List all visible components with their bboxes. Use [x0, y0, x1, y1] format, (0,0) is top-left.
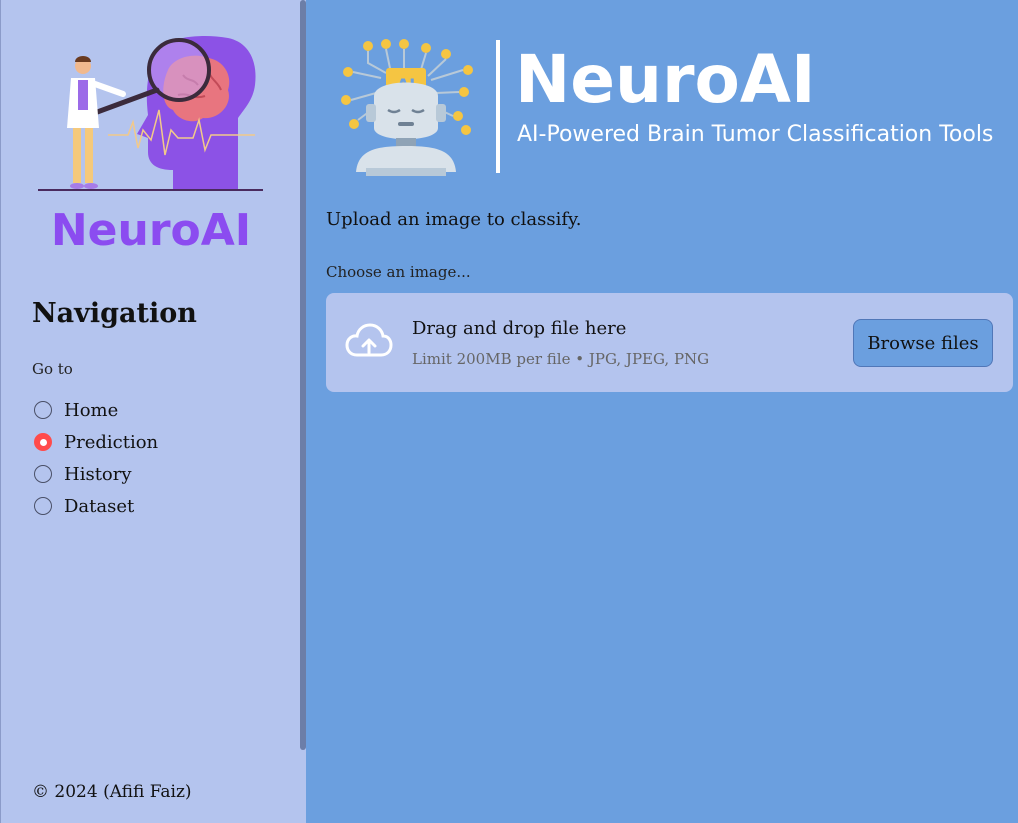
app-subtitle: AI-Powered Brain Tumor Classification To…: [517, 122, 994, 147]
header-divider: [496, 40, 500, 173]
upload-instruction: Upload an image to classify.: [326, 209, 582, 230]
radio-button[interactable]: [34, 465, 52, 483]
file-dropzone[interactable]: Drag and drop file here Limit 200MB per …: [326, 293, 1013, 392]
radio-option-dataset[interactable]: Dataset: [34, 490, 158, 522]
file-uploader-label: Choose an image...: [326, 263, 471, 281]
dropzone-limit-text: Limit 200MB per file • JPG, JPEG, PNG: [412, 350, 710, 368]
sidebar-brand-title: NeuroAI: [50, 205, 252, 256]
page-radio-group: Home Prediction History Dataset: [34, 394, 158, 522]
copyright-text: © 2024 (Afifi Faiz): [32, 782, 192, 802]
radio-option-history[interactable]: History: [34, 458, 158, 490]
radio-label: Home: [64, 399, 119, 421]
ai-robot-icon: AI: [341, 39, 473, 176]
goto-label: Go to: [32, 360, 73, 378]
radio-button[interactable]: [34, 401, 52, 419]
radio-button[interactable]: [34, 497, 52, 515]
browse-files-button[interactable]: Browse files: [853, 319, 993, 367]
radio-option-prediction[interactable]: Prediction: [34, 426, 158, 458]
doctor-brain-illustration: [38, 36, 263, 191]
sidebar-scrollbar[interactable]: [300, 0, 306, 750]
radio-label: Dataset: [64, 495, 135, 517]
radio-label: Prediction: [64, 431, 159, 453]
navigation-heading: Navigation: [32, 298, 197, 329]
radio-label: History: [64, 463, 132, 485]
radio-option-home[interactable]: Home: [34, 394, 158, 426]
sidebar: NeuroAI Navigation Go to Home Prediction…: [0, 0, 306, 823]
dropzone-title: Drag and drop file here: [412, 318, 627, 339]
radio-button-selected[interactable]: [34, 433, 52, 451]
cloud-upload-icon: [345, 323, 393, 357]
app-title: NeuroAI: [515, 41, 816, 118]
